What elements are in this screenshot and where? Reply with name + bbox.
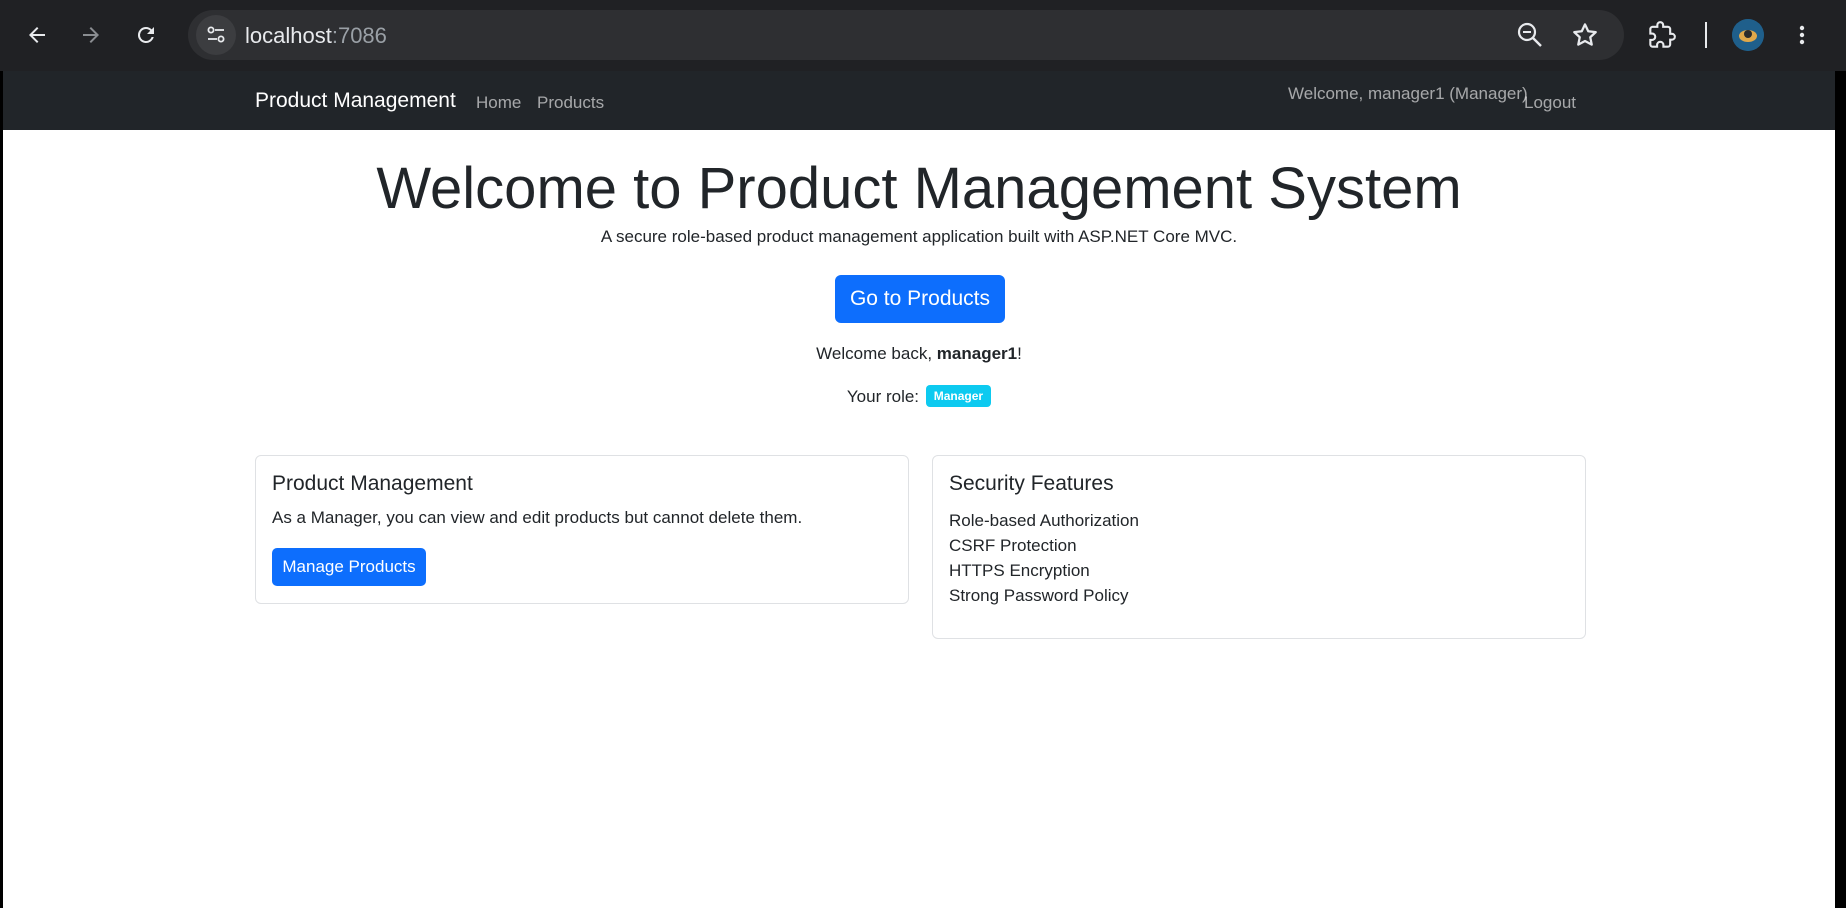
puzzle-icon	[1649, 21, 1676, 48]
bookmark-button[interactable]	[1570, 20, 1600, 50]
username: manager1	[936, 344, 1018, 363]
forward-arrow-icon	[83, 27, 99, 43]
zoom-icon	[1517, 22, 1542, 47]
browser-toolbar: localhost:7086	[0, 0, 1846, 71]
nav-link-products[interactable]: Products	[537, 93, 604, 113]
menu-button[interactable]	[1780, 13, 1824, 57]
page-subtitle: A secure role-based product management a…	[600, 227, 1238, 246]
back-button[interactable]	[15, 13, 59, 57]
navbar-welcome-text: Welcome, manager1 (Manager)	[1288, 84, 1528, 103]
extensions-button[interactable]	[1640, 13, 1684, 57]
kebab-menu-icon	[1799, 25, 1805, 45]
card-text: As a Manager, you can view and edit prod…	[272, 508, 803, 527]
manage-products-button[interactable]: Manage Products	[272, 548, 426, 586]
nav-link-home[interactable]: Home	[476, 93, 521, 113]
list-item: Strong Password Policy	[949, 586, 1129, 605]
reload-button[interactable]	[124, 13, 168, 57]
url-port: :7086	[331, 23, 387, 48]
page-title: Welcome to Product Management System	[376, 156, 1462, 221]
avatar-icon	[1732, 19, 1764, 51]
role-line: Your role: Manager	[3, 385, 1835, 407]
tune-icon	[207, 26, 225, 43]
site-navbar: Product Management Home Products Welcome…	[3, 71, 1835, 130]
list-item: Role-based Authorization	[949, 511, 1139, 530]
product-management-card: Product Management As a Manager, you can…	[255, 455, 909, 604]
go-to-products-button[interactable]: Go to Products	[835, 275, 1005, 323]
url-text[interactable]: localhost:7086	[245, 23, 387, 49]
list-item: HTTPS Encryption	[949, 561, 1090, 580]
address-bar[interactable]: localhost:7086	[188, 10, 1624, 60]
list-item: CSRF Protection	[949, 536, 1077, 555]
back-arrow-icon	[29, 27, 45, 43]
card-title: Security Features	[949, 472, 1114, 495]
role-label: Your role:	[846, 387, 924, 406]
site-info-button[interactable]	[196, 15, 236, 55]
toolbar-separator	[1705, 22, 1707, 48]
profile-avatar[interactable]	[1732, 19, 1764, 51]
url-host: localhost	[245, 23, 332, 48]
page-viewport: Product Management Home Products Welcome…	[3, 71, 1835, 908]
security-features-card: Security Features Role-based Authorizati…	[932, 455, 1586, 639]
welcome-suffix: !	[1017, 344, 1022, 363]
logout-link[interactable]: Logout	[1524, 93, 1576, 113]
zoom-button[interactable]	[1515, 20, 1545, 50]
reload-icon	[137, 26, 154, 43]
forward-button[interactable]	[69, 13, 113, 57]
security-feature-list: Role-based Authorization CSRF Protection…	[949, 508, 1139, 608]
welcome-back-text: Welcome back, manager1!	[3, 344, 1835, 364]
star-icon	[1573, 23, 1597, 46]
role-badge: Manager	[925, 385, 992, 407]
card-title: Product Management	[272, 472, 473, 495]
navbar-brand[interactable]: Product Management	[255, 89, 456, 113]
welcome-prefix: Welcome back,	[816, 344, 937, 363]
